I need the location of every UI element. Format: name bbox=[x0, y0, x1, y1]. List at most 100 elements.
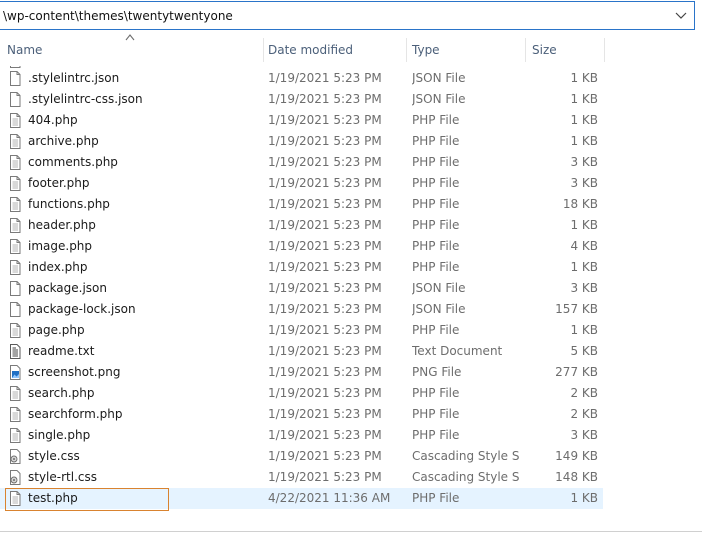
file-size: 149 KB bbox=[555, 449, 598, 463]
file-row[interactable]: 404.php 1/19/2021 5:23 PM PHP File 1 KB bbox=[0, 110, 603, 131]
file-row[interactable]: search.php 1/19/2021 5:23 PM PHP File 2 KB bbox=[0, 383, 603, 404]
file-row[interactable]: screenshot.png 1/19/2021 5:23 PM PNG File 2… bbox=[0, 362, 603, 383]
image-file-icon bbox=[10, 365, 21, 380]
file-date-modified: 1/19/2021 5:23 PM bbox=[268, 134, 382, 148]
file-date-modified: 1/19/2021 5:23 PM bbox=[268, 113, 382, 127]
document-icon bbox=[10, 302, 21, 317]
file-name: screenshot.png bbox=[28, 365, 121, 379]
file-row[interactable]: page.php 1/19/2021 5:23 PM PHP File 1 KB bbox=[0, 320, 603, 341]
column-divider[interactable] bbox=[263, 38, 264, 62]
css-file-icon bbox=[10, 449, 21, 464]
file-row[interactable]: footer.php 1/19/2021 5:23 PM PHP File 3 KB bbox=[0, 173, 603, 194]
file-size: 3 KB bbox=[570, 428, 598, 442]
file-date-modified: 1/19/2021 5:23 PM bbox=[268, 260, 382, 274]
file-size: 1 KB bbox=[570, 134, 598, 148]
file-type: PHP File bbox=[412, 407, 460, 421]
file-name: .stylelintrc.json bbox=[28, 71, 120, 85]
address-bar[interactable]: \wp-content\themes\twentytwentyone bbox=[0, 1, 695, 30]
file-size: 1 KB bbox=[570, 113, 598, 127]
file-row[interactable]: .stylelintrc.json 1/19/2021 5:23 PM JSON F… bbox=[0, 68, 603, 89]
file-name: style-rtl.css bbox=[28, 470, 97, 484]
file-type: PHP File bbox=[412, 239, 460, 253]
file-row[interactable]: test.php 4/22/2021 11:36 AM PHP File 1 KB bbox=[0, 488, 603, 511]
text-file-icon bbox=[10, 113, 21, 128]
chevron-down-icon[interactable] bbox=[675, 9, 687, 21]
text-file-icon bbox=[10, 197, 21, 212]
file-row[interactable]: style.css 1/19/2021 5:23 PM Cascading Styl… bbox=[0, 446, 603, 467]
file-name: comments.php bbox=[28, 155, 118, 169]
file-name: functions.php bbox=[28, 197, 110, 211]
file-row[interactable]: index.php 1/19/2021 5:23 PM PHP File 1 KB bbox=[0, 257, 603, 278]
text-file-icon bbox=[10, 260, 21, 275]
file-type: PHP File bbox=[412, 491, 460, 505]
file-type: PNG File bbox=[412, 365, 462, 379]
file-size: 18 KB bbox=[562, 197, 598, 211]
file-size: 1 KB bbox=[570, 491, 598, 505]
file-row[interactable]: .stylelintrc-css.json 1/19/2021 5:23 PM JS… bbox=[0, 89, 603, 110]
file-date-modified: 1/19/2021 5:23 PM bbox=[268, 176, 382, 190]
file-type: PHP File bbox=[412, 113, 460, 127]
file-row[interactable]: searchform.php 1/19/2021 5:23 PM PHP File 2… bbox=[0, 404, 603, 425]
file-row[interactable]: package.json 1/19/2021 5:23 PM JSON File 3 … bbox=[0, 278, 603, 299]
file-name: searchform.php bbox=[28, 407, 123, 421]
document-icon bbox=[10, 92, 21, 107]
file-size: 1 KB bbox=[570, 218, 598, 232]
file-date-modified: 1/19/2021 5:23 PM bbox=[268, 302, 382, 316]
column-divider[interactable] bbox=[525, 38, 526, 62]
file-type: Cascading Style S... bbox=[412, 449, 520, 463]
column-divider[interactable] bbox=[604, 38, 605, 62]
status-bar-divider bbox=[0, 531, 702, 532]
file-row[interactable]: style-rtl.css 1/19/2021 5:23 PM Cascading … bbox=[0, 467, 603, 488]
file-date-modified: 1/19/2021 5:23 PM bbox=[268, 323, 382, 337]
file-row[interactable]: header.php 1/19/2021 5:23 PM PHP File 1 KB bbox=[0, 215, 603, 236]
sort-ascending-icon bbox=[125, 34, 135, 41]
file-date-modified: 1/19/2021 5:23 PM bbox=[268, 281, 382, 295]
file-date-modified: 1/19/2021 5:23 PM bbox=[268, 386, 382, 400]
file-name: package.json bbox=[28, 281, 108, 295]
document-icon bbox=[10, 71, 21, 86]
file-type: PHP File bbox=[412, 260, 460, 274]
file-date-modified: 1/19/2021 5:23 PM bbox=[268, 239, 382, 253]
file-row[interactable]: archive.php 1/19/2021 5:23 PM PHP File 1 KB bbox=[0, 131, 603, 152]
file-type: JSON File bbox=[412, 281, 466, 295]
column-header-row: Name Date modified Type Size bbox=[0, 34, 702, 62]
text-document-icon bbox=[10, 344, 21, 359]
text-file-icon bbox=[10, 155, 21, 170]
file-name: package-lock.json bbox=[28, 302, 136, 316]
file-type: PHP File bbox=[412, 386, 460, 400]
file-date-modified: 1/19/2021 5:23 PM bbox=[268, 449, 382, 463]
file-list[interactable]: .stylelintrc.json 1/19/2021 5:23 PM JSON F… bbox=[0, 66, 702, 512]
file-row[interactable]: comments.php 1/19/2021 5:23 PM PHP File 3 K… bbox=[0, 152, 603, 173]
file-date-modified: 1/19/2021 5:23 PM bbox=[268, 365, 382, 379]
file-type: JSON File bbox=[412, 92, 466, 106]
column-divider[interactable] bbox=[406, 38, 407, 62]
file-size: 277 KB bbox=[555, 365, 598, 379]
file-date-modified: 1/19/2021 5:23 PM bbox=[268, 155, 382, 169]
file-row[interactable]: readme.txt 1/19/2021 5:23 PM Text Document… bbox=[0, 341, 603, 362]
column-header-date-modified[interactable]: Date modified bbox=[268, 38, 353, 62]
column-header-type[interactable]: Type bbox=[412, 38, 440, 62]
column-header-size[interactable]: Size bbox=[532, 38, 557, 62]
file-date-modified: 1/19/2021 5:23 PM bbox=[268, 92, 382, 106]
file-type: Cascading Style S... bbox=[412, 470, 520, 484]
file-name: readme.txt bbox=[28, 344, 95, 358]
file-size: 1 KB bbox=[570, 92, 598, 106]
file-date-modified: 1/19/2021 5:23 PM bbox=[268, 197, 382, 211]
file-size: 3 KB bbox=[570, 281, 598, 295]
file-date-modified: 1/19/2021 5:23 PM bbox=[268, 344, 382, 358]
file-size: 148 KB bbox=[555, 470, 598, 484]
file-size: 2 KB bbox=[570, 386, 598, 400]
address-path[interactable]: \wp-content\themes\twentytwentyone bbox=[3, 9, 233, 23]
file-size: 3 KB bbox=[570, 176, 598, 190]
file-type: Text Document bbox=[412, 344, 503, 358]
column-header-name[interactable]: Name bbox=[7, 38, 42, 62]
file-size: 3 KB bbox=[570, 155, 598, 169]
file-row[interactable]: image.php 1/19/2021 5:23 PM PHP File 4 KB bbox=[0, 236, 603, 257]
file-row[interactable]: package-lock.json 1/19/2021 5:23 PM JSON F… bbox=[0, 299, 603, 320]
file-row[interactable]: functions.php 1/19/2021 5:23 PM PHP File 18… bbox=[0, 194, 603, 215]
text-file-icon bbox=[10, 428, 21, 443]
file-name: image.php bbox=[28, 239, 93, 253]
file-name: 404.php bbox=[28, 113, 78, 127]
file-name: search.php bbox=[28, 386, 95, 400]
file-row[interactable]: single.php 1/19/2021 5:23 PM PHP File 3 KB bbox=[0, 425, 603, 446]
